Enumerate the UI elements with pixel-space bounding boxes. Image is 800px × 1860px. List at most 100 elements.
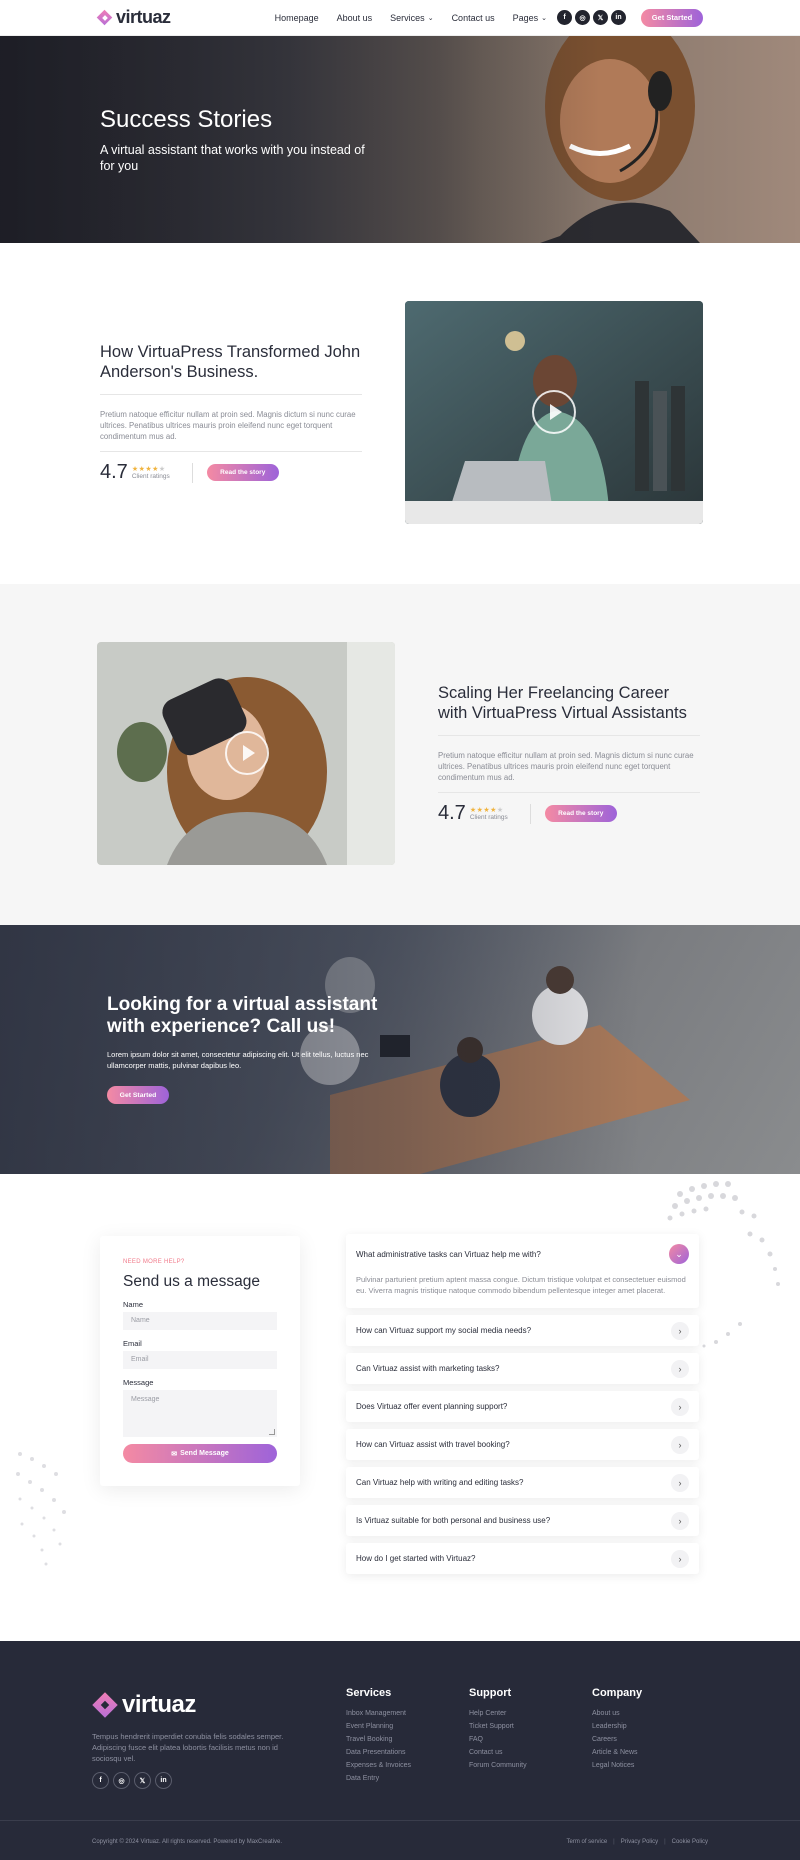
instagram-icon[interactable]: ◎ (113, 1772, 130, 1789)
faq-question: How can Virtuaz assist with travel booki… (356, 1440, 510, 1449)
footer-link[interactable]: FAQ (469, 1733, 527, 1746)
footer-link[interactable]: About us (592, 1707, 642, 1720)
faq-question: How can Virtuaz support my social media … (356, 1326, 532, 1335)
nav-pages[interactable]: Pages ⌄ (513, 13, 547, 23)
faq-item[interactable]: Does Virtuaz offer event planning suppor… (346, 1391, 699, 1422)
faq-item[interactable]: Can Virtuaz help with writing and editin… (346, 1467, 699, 1498)
footer-link[interactable]: Leadership (592, 1720, 642, 1733)
footer-link[interactable]: Event Planning (346, 1720, 411, 1733)
terms-link[interactable]: Term of service (566, 1839, 607, 1845)
footer-brand-logo[interactable]: virtuaz (92, 1691, 196, 1719)
chevron-down-icon[interactable]: ⌄ (669, 1244, 689, 1264)
chevron-right-icon[interactable]: › (671, 1359, 689, 1378)
footer-link[interactable]: Ticket Support (469, 1720, 527, 1733)
get-started-button[interactable]: Get Started (641, 8, 703, 27)
contact-faq-section: NEED MORE HELP? Send us a message Name N… (0, 1174, 800, 1641)
divider (191, 462, 193, 483)
rating-value: 4.7 (100, 461, 128, 483)
cta-get-started-button[interactable]: Get Started (107, 1086, 169, 1104)
footer-link[interactable]: Data Entry (346, 1772, 411, 1785)
nav-contact-us[interactable]: Contact us (452, 13, 495, 23)
x-twitter-icon[interactable]: 𝕏 (134, 1772, 151, 1789)
copyright-text: Copyright © 2024 Virtuaz. All rights res… (92, 1839, 283, 1845)
story-text-2: Scaling Her Freelancing Career with Virt… (438, 683, 700, 825)
footer-link[interactable]: Forum Community (469, 1759, 527, 1772)
read-story-button[interactable]: Read the story (206, 464, 279, 481)
linkedin-icon[interactable]: in (155, 1772, 172, 1789)
rating-value: 4.7 (438, 802, 466, 824)
divider (100, 394, 362, 395)
story-video-2[interactable] (97, 642, 395, 865)
logo-diamond-icon (97, 10, 113, 26)
nav-label: About us (336, 12, 373, 23)
nav-services[interactable]: Services ⌄ (390, 13, 433, 23)
instagram-icon[interactable]: ◎ (575, 10, 590, 25)
hero-subtitle: A virtual assistant that works with you … (100, 143, 365, 173)
rating-meta: ★★★★★ Client ratings (132, 465, 170, 480)
faq-question: Does Virtuaz offer event planning suppor… (356, 1402, 508, 1411)
rating-meta: ★★★★★ Client ratings (470, 806, 508, 821)
faq-item-open[interactable]: What administrative tasks can Virtuaz he… (346, 1234, 699, 1308)
cta-title: Looking for a virtual assistant with exp… (107, 994, 378, 1037)
faq-answer: Pulvinar parturient pretium aptent massa… (356, 1275, 686, 1295)
linkedin-icon[interactable]: in (611, 10, 626, 25)
facebook-icon[interactable]: f (557, 10, 572, 25)
footer-col-support: Support Help Center Ticket Support FAQ C… (469, 1687, 527, 1772)
story-body: Pretium natoque efficitur nullam at proi… (100, 410, 356, 441)
faq-item[interactable]: How can Virtuaz assist with travel booki… (346, 1429, 699, 1460)
cta-banner: Looking for a virtual assistant with exp… (0, 925, 800, 1174)
footer-link[interactable]: Legal Notices (592, 1759, 642, 1772)
envelope-icon: ✉ (171, 1450, 178, 1458)
story-body: Pretium natoque efficitur nullam at proi… (438, 751, 694, 782)
nav-homepage[interactable]: Homepage (275, 13, 319, 23)
facebook-icon[interactable]: f (92, 1772, 109, 1789)
footer-col-title: Support (469, 1687, 512, 1699)
separator: | (613, 1839, 615, 1845)
hero-banner: Success Stories A virtual assistant that… (0, 36, 800, 243)
play-icon[interactable] (532, 390, 576, 434)
faq-item[interactable]: Is Virtuaz suitable for both personal an… (346, 1505, 699, 1536)
footer-link[interactable]: Careers (592, 1733, 642, 1746)
faq-question-row: What administrative tasks can Virtuaz he… (356, 1244, 689, 1264)
nav-label: Pages (512, 12, 539, 23)
email-field[interactable]: Email (123, 1351, 277, 1369)
divider (529, 803, 531, 824)
footer-link[interactable]: Data Presentations (346, 1746, 411, 1759)
read-story-button[interactable]: Read the story (544, 805, 617, 822)
footer-col-title: Company (592, 1687, 643, 1699)
divider (438, 792, 700, 793)
footer-link[interactable]: Article & News (592, 1746, 642, 1759)
chevron-right-icon[interactable]: › (671, 1511, 689, 1530)
cta-body: Lorem ipsum dolor sit amet, consectetur … (107, 1050, 369, 1070)
story-title: How VirtuaPress Transformed John Anderso… (100, 343, 361, 381)
chevron-right-icon[interactable]: › (671, 1321, 689, 1340)
footer-link[interactable]: Contact us (469, 1746, 527, 1759)
x-twitter-icon[interactable]: 𝕏 (593, 10, 608, 25)
name-field[interactable]: Name (123, 1312, 277, 1330)
story-video-1[interactable] (405, 301, 703, 524)
footer-link[interactable]: Expenses & Invoices (346, 1759, 411, 1772)
nav-about-us[interactable]: About us (337, 13, 373, 23)
footer-link[interactable]: Inbox Management (346, 1707, 411, 1720)
cookie-link[interactable]: Cookie Policy (672, 1839, 708, 1845)
message-textarea[interactable]: Message (123, 1390, 277, 1437)
brand-logo[interactable]: virtuaz (97, 7, 171, 28)
footer-link[interactable]: Travel Booking (346, 1733, 411, 1746)
chevron-right-icon[interactable]: › (671, 1397, 689, 1416)
footer-link[interactable]: Help Center (469, 1707, 527, 1720)
divider (100, 451, 362, 452)
faq-item[interactable]: How can Virtuaz support my social media … (346, 1315, 699, 1346)
rating-label: Client ratings (131, 473, 170, 480)
chevron-right-icon[interactable]: › (671, 1435, 689, 1454)
story-section-2: Scaling Her Freelancing Career with Virt… (0, 584, 800, 925)
chevron-right-icon[interactable]: › (671, 1549, 689, 1568)
main-nav: Homepage About us Services ⌄ Contact us P… (275, 13, 565, 23)
form-title: Send us a message (123, 1273, 261, 1290)
faq-item[interactable]: Can Virtuaz assist with marketing tasks?… (346, 1353, 699, 1384)
privacy-link[interactable]: Privacy Policy (621, 1839, 658, 1845)
chevron-right-icon[interactable]: › (671, 1473, 689, 1492)
play-icon[interactable] (225, 731, 269, 775)
faq-item[interactable]: How do I get started with Virtuaz? › (346, 1543, 699, 1574)
stars-empty: ★ (496, 807, 504, 814)
send-message-button[interactable]: ✉ Send Message (123, 1444, 277, 1463)
